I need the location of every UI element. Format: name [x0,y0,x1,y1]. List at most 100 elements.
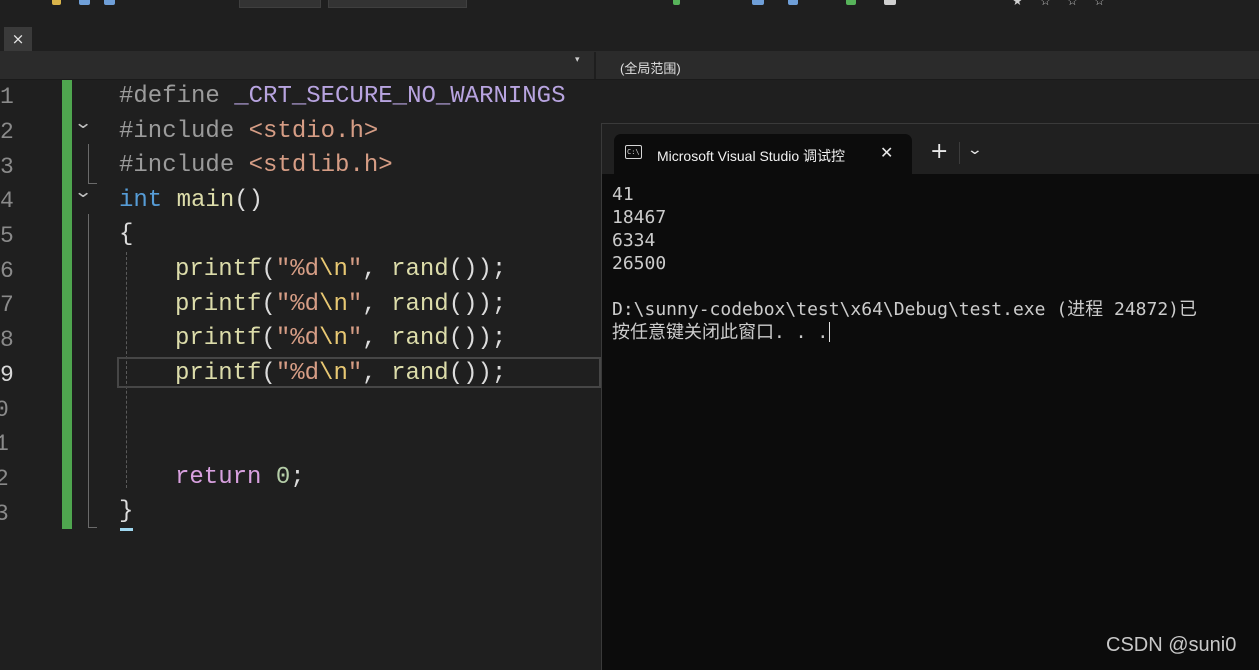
function-name: rand [391,360,449,387]
line-number: 7 [0,292,14,318]
new-tab-button[interactable]: + [930,141,948,163]
step-icon[interactable] [752,0,764,5]
start-debug-icon[interactable] [673,0,680,5]
tab-close-button[interactable]: × [4,27,32,51]
parens: () [234,187,264,214]
chevron-down-icon[interactable]: ⌄ [967,142,983,158]
configuration-dropdown[interactable] [239,0,321,8]
code-line-return[interactable]: return 0; [175,464,305,491]
separator: , [362,291,392,318]
paren: ( [261,256,276,283]
console-tab-title: Microsoft Visual Studio 调试控 [657,148,846,164]
function-name: rand [391,256,449,283]
line-number: 2 [0,119,14,145]
line-number: 6 [0,258,14,284]
string-literal: "%d [275,291,320,318]
line-number: 0 [0,397,9,423]
line-number: 1 [0,431,9,457]
macro-name: _CRT_SECURE_NO_WARNINGS [234,83,566,110]
code-line-printf[interactable]: printf("%d\n", rand()); [175,291,506,318]
separator: , [362,325,392,352]
titlebar-divider [959,142,960,164]
semicolon: ; [290,464,305,491]
closing: ()); [448,256,507,283]
console-output-line: 6334 [612,230,656,251]
fold-guide [88,144,89,184]
bookmark-next-icon[interactable]: ☆ [1067,0,1078,8]
watermark: CSDN @suni0 [1106,634,1237,656]
function-name: printf [175,360,262,387]
folder-icon[interactable] [52,0,61,5]
scope-dropdown[interactable]: (全局范围) [620,58,681,77]
separator: , [362,360,392,387]
line-number: 3 [0,154,14,180]
save-all-icon[interactable] [104,0,115,5]
code-line-printf[interactable]: printf("%d\n", rand()); [175,325,506,352]
function-name: printf [175,291,262,318]
function-name: rand [391,325,449,352]
breakpoint-icon[interactable] [788,0,798,5]
window-icon[interactable] [884,0,896,5]
change-tracking-bar [62,80,72,529]
console-prompt-text: 按任意键关闭此窗口. . . [612,322,829,343]
line-number: 4 [0,188,14,214]
separator: , [362,256,392,283]
string-literal: "%d [275,256,320,283]
save-icon[interactable] [79,0,90,5]
console-cursor [829,322,831,342]
include-directive: #include [119,118,235,145]
header-name: <stdlib.h> [248,152,393,179]
fold-guide [88,214,89,527]
escape-sequence: \n [319,256,348,283]
include-directive: #include [119,152,235,179]
line-number: 3 [0,501,9,527]
fold-toggle-icon[interactable]: ⌄ [74,182,93,202]
line-number: 8 [0,327,14,353]
platform-dropdown[interactable] [328,0,467,8]
fold-toggle-icon[interactable]: ⌄ [74,113,93,133]
console-tab[interactable]: C:\ Microsoft Visual Studio 调试控 ✕ [614,134,912,174]
closing: ()); [448,291,507,318]
console-exit-message: D:\sunny-codebox\test\x64\Debug\test.exe… [612,299,1198,320]
function-name: main [176,187,235,214]
type-keyword: int [119,187,163,214]
line-number: 1 [0,84,14,110]
string-literal: " [347,360,363,387]
function-name: rand [391,291,449,318]
bookmark-clear-icon[interactable]: ☆ [1094,0,1105,8]
bookmark-star-icon[interactable]: ★ [1012,0,1023,8]
bookmark-prev-icon[interactable]: ☆ [1040,0,1051,8]
string-literal: "%d [275,360,320,387]
navigation-bar: ▾ (全局范围) [0,52,1259,80]
current-line-number: 9 [0,362,14,388]
paren: ( [261,291,276,318]
string-literal: " [347,291,363,318]
code-line-main[interactable]: int main() [119,187,263,214]
code-line-include-stdio[interactable]: #include <stdio.h> [119,118,378,145]
code-line-close-brace[interactable]: } [119,498,133,525]
function-name: printf [175,325,262,352]
define-directive: #define [119,83,220,110]
function-name: printf [175,256,262,283]
text-caret [120,528,133,531]
code-line-printf-current[interactable]: printf("%d\n", rand()); [175,360,506,387]
check-icon[interactable] [846,0,856,5]
code-line-include-stdlib[interactable]: #include <stdlib.h> [119,152,393,179]
chevron-down-icon[interactable]: ▾ [575,55,580,65]
close-icon[interactable]: ✕ [880,143,893,162]
code-line-printf[interactable]: printf("%d\n", rand()); [175,256,506,283]
toolbar: ★ ☆ ☆ ☆ [0,0,1259,8]
code-line-define[interactable]: #define _CRT_SECURE_NO_WARNINGS [119,83,566,110]
debug-console-window[interactable]: C:\ Microsoft Visual Studio 调试控 ✕ + ⌄ 41… [601,123,1259,670]
paren: ( [261,360,276,387]
escape-sequence: \n [319,360,348,387]
number-literal: 0 [275,464,291,491]
console-prompt-line: 按任意键关闭此窗口. . . [612,321,831,344]
string-literal: "%d [275,325,320,352]
code-line-open-brace[interactable]: { [119,221,133,248]
closing: ()); [448,360,507,387]
escape-sequence: \n [319,291,348,318]
project-dropdown[interactable] [0,55,591,76]
document-tab-bar: × [0,26,1259,52]
nav-divider [594,52,596,79]
